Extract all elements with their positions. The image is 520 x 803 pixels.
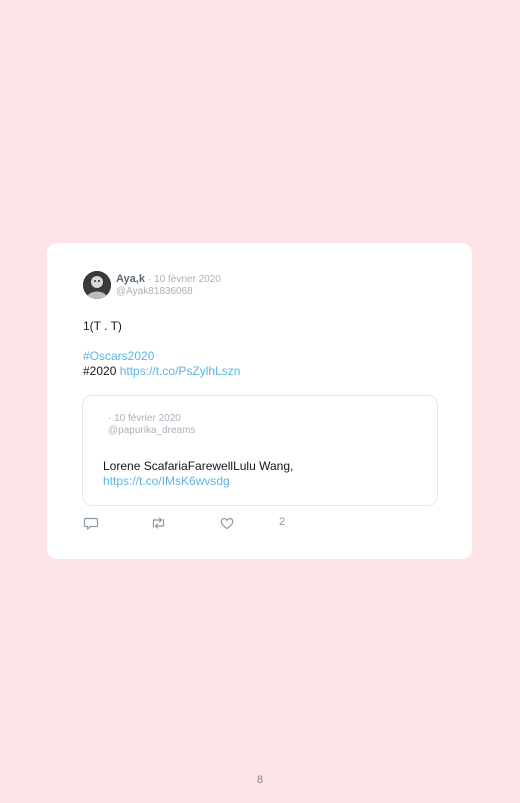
tweet-card: Aya,k · 10 février 2020 @Ayak81836068 1(… [47, 243, 472, 559]
avatar[interactable] [83, 271, 111, 299]
hashtag-link[interactable]: #Oscars2020 [83, 349, 240, 364]
quoted-tweet-body: Lorene ScafariaFarewellLulu Wang, [103, 459, 294, 473]
like-icon [220, 517, 234, 530]
quoted-tweet-date[interactable]: · 10 février 2020 [108, 413, 181, 424]
author-line: Aya,k · 10 février 2020 [116, 273, 221, 285]
tweet-text: 1(T . T) #Oscars2020 #2020 https://t.co/… [83, 319, 240, 379]
author-name[interactable]: Aya,k [116, 273, 145, 285]
reply-button[interactable] [83, 515, 99, 531]
retweet-button[interactable] [150, 515, 167, 531]
hashtag-2020[interactable]: #2020 [83, 364, 116, 378]
tweet-link[interactable]: https://t.co/PsZylhLszn [120, 364, 241, 378]
quoted-tweet-link[interactable]: https://t.co/IMsK6wvsdg [103, 474, 293, 489]
like-count: 2 [279, 516, 286, 528]
retweet-icon [152, 517, 165, 529]
like-button[interactable] [219, 515, 235, 531]
tweet-actions: 2 [83, 515, 286, 531]
quoted-tweet[interactable]: · 10 février 2020 @papurika_dreams Loren… [82, 395, 438, 506]
author-handle[interactable]: @Ayak81836068 [116, 286, 193, 297]
tweet-text-line: 1(T . T) [83, 319, 122, 333]
quoted-tweet-handle[interactable]: @papurika_dreams [108, 425, 195, 436]
tweet-date[interactable]: · 10 février 2020 [148, 274, 221, 285]
reply-icon [83, 517, 99, 530]
tweet-text-line-2: #2020 https://t.co/PsZylhLszn [83, 364, 240, 379]
page-number: 8 [256, 774, 264, 786]
avatar-image [83, 271, 111, 299]
quoted-tweet-text: Lorene ScafariaFarewellLulu Wang, https:… [103, 459, 293, 489]
